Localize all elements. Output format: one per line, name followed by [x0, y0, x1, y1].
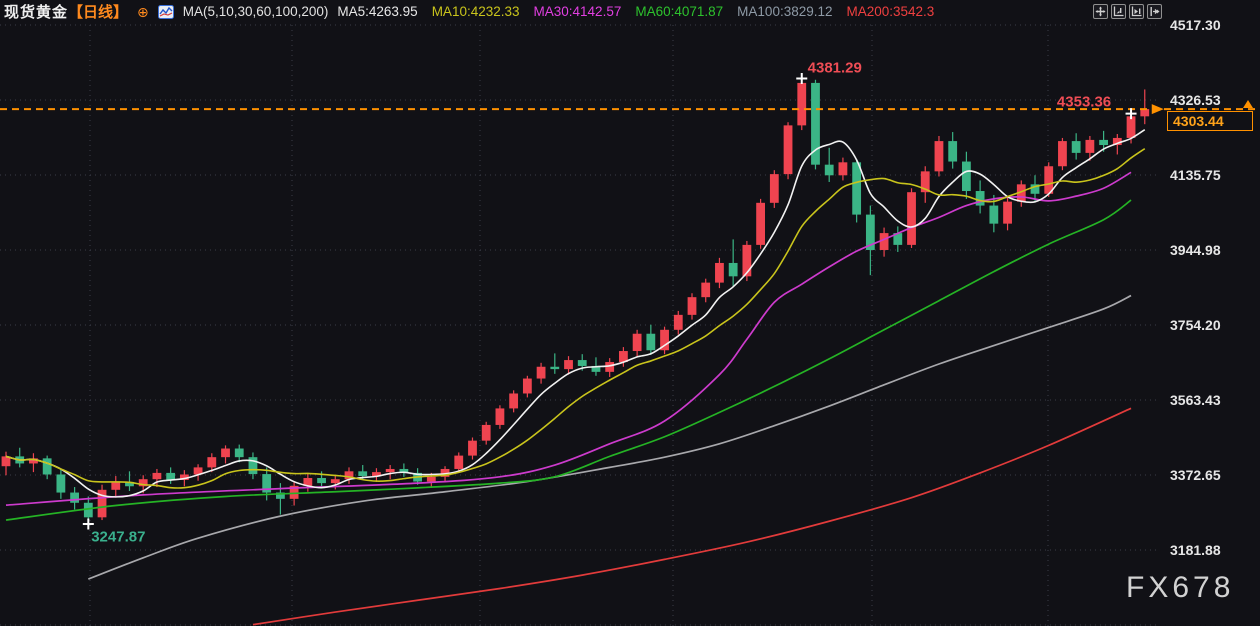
- candle-body: [317, 478, 326, 483]
- ma200-line: [253, 408, 1131, 624]
- ma-readout-ma5: MA5:4263.95: [337, 4, 417, 19]
- ma-readout-ma200: MA200:3542.3: [847, 4, 935, 19]
- candle-body: [1003, 202, 1012, 224]
- ma10-line: [6, 149, 1145, 488]
- ma-params-label: MA(5,10,30,60,100,200): [183, 4, 329, 19]
- candle-body: [235, 449, 244, 458]
- candle-body: [482, 425, 491, 441]
- chart-header-bar: 现货黄金【日线】 ⊕ MA(5,10,30,60,100,200) MA5:42…: [0, 0, 1260, 23]
- candle-body: [509, 393, 518, 408]
- candle-body: [578, 360, 587, 366]
- candle-body: [852, 162, 861, 214]
- candle-body: [537, 367, 546, 379]
- candle-body: [523, 379, 532, 394]
- candle-body: [797, 83, 806, 125]
- price-axis-tick-label: 3563.43: [1170, 392, 1250, 408]
- symbol-name: 现货黄金: [4, 4, 68, 21]
- candle-body: [221, 449, 230, 458]
- candle-body: [166, 473, 175, 480]
- candle-body: [468, 441, 477, 456]
- price-axis-tick-label: 3181.88: [1170, 542, 1250, 558]
- price-axis-tick-label: 4135.75: [1170, 167, 1250, 183]
- candle-body: [564, 360, 573, 369]
- candle-body: [701, 283, 710, 298]
- candle-body: [989, 206, 998, 224]
- candle-body: [454, 456, 463, 469]
- auto-scroll-icon-button[interactable]: [1129, 4, 1144, 19]
- candle-body: [674, 315, 683, 330]
- candle-body: [962, 162, 971, 191]
- candle-body: [427, 477, 436, 482]
- candle-body: [56, 474, 65, 492]
- candle-body: [715, 263, 724, 283]
- ma-readouts: MA5:4263.95 MA10:4232.33 MA30:4142.57 MA60:…: [337, 4, 934, 19]
- candle-body: [331, 479, 340, 483]
- last-price-arrow-icon: [1152, 104, 1164, 114]
- candle-body: [948, 141, 957, 161]
- candle-body: [70, 493, 79, 503]
- candle-body: [688, 297, 697, 315]
- candle-body: [111, 482, 120, 490]
- candle-body: [358, 471, 367, 476]
- ma30-line: [6, 172, 1131, 505]
- candle-body: [153, 473, 162, 479]
- last-price-tag: 4303.44: [1167, 111, 1253, 131]
- annotation-low: 3247.87: [91, 529, 145, 546]
- candle-body: [646, 334, 655, 351]
- candle-body: [825, 165, 834, 176]
- price-scale-icon-button[interactable]: [1111, 4, 1126, 19]
- ma-readout-ma30: MA30:4142.57: [534, 4, 622, 19]
- ma5-line: [6, 130, 1145, 497]
- watermark-logo: FX678: [1126, 571, 1234, 605]
- candle-body: [784, 125, 793, 174]
- candle-body: [1085, 140, 1094, 153]
- candle-body: [907, 192, 916, 245]
- indicator-icon[interactable]: [158, 5, 174, 19]
- candle-body: [43, 458, 52, 474]
- candle-body: [633, 334, 642, 351]
- candle-body: [839, 162, 848, 175]
- candle-body: [1140, 109, 1149, 116]
- timeframe-label[interactable]: 【日线】: [68, 4, 128, 21]
- price-axis-tick-label: 3372.65: [1170, 467, 1250, 483]
- ma-readout-ma100: MA100:3829.12: [737, 4, 832, 19]
- candle-body: [386, 469, 395, 472]
- candle-body: [496, 408, 505, 425]
- candle-body: [770, 174, 779, 203]
- candle-body: [1099, 140, 1108, 145]
- go-to-latest-icon-button[interactable]: [1147, 4, 1162, 19]
- chart-window: 现货黄金【日线】 ⊕ MA(5,10,30,60,100,200) MA5:42…: [0, 0, 1260, 626]
- candle-body: [550, 367, 559, 369]
- symbol-title: 现货黄金【日线】: [4, 1, 128, 22]
- extreme-cross-marker: [796, 73, 807, 84]
- ma-readout-ma60: MA60:4071.87: [635, 4, 723, 19]
- ma100-line: [88, 296, 1131, 579]
- candle-body: [935, 141, 944, 171]
- price-axis-tick-label: 3754.20: [1170, 317, 1250, 333]
- candle-body: [1058, 141, 1067, 166]
- candle-body: [729, 263, 738, 276]
- candle-body: [207, 457, 216, 467]
- price-axis-tick-label: 4326.53: [1170, 92, 1250, 108]
- pan-tool-button[interactable]: [1093, 4, 1108, 19]
- candle-body: [976, 191, 985, 206]
- annotation-peak-high: 4381.29: [808, 60, 862, 77]
- ma-readout-ma10: MA10:4232.33: [432, 4, 520, 19]
- candle-body: [1072, 141, 1081, 153]
- price-axis-tick-label: 3944.98: [1170, 242, 1250, 258]
- last-price-value: 4303.44: [1173, 113, 1224, 129]
- annotation-recent-high: 4353.36: [1057, 93, 1111, 110]
- candle-body: [1127, 116, 1136, 138]
- candle-body: [756, 203, 765, 245]
- chart-toolbar: [1093, 4, 1162, 19]
- expand-icon[interactable]: ⊕: [137, 5, 149, 19]
